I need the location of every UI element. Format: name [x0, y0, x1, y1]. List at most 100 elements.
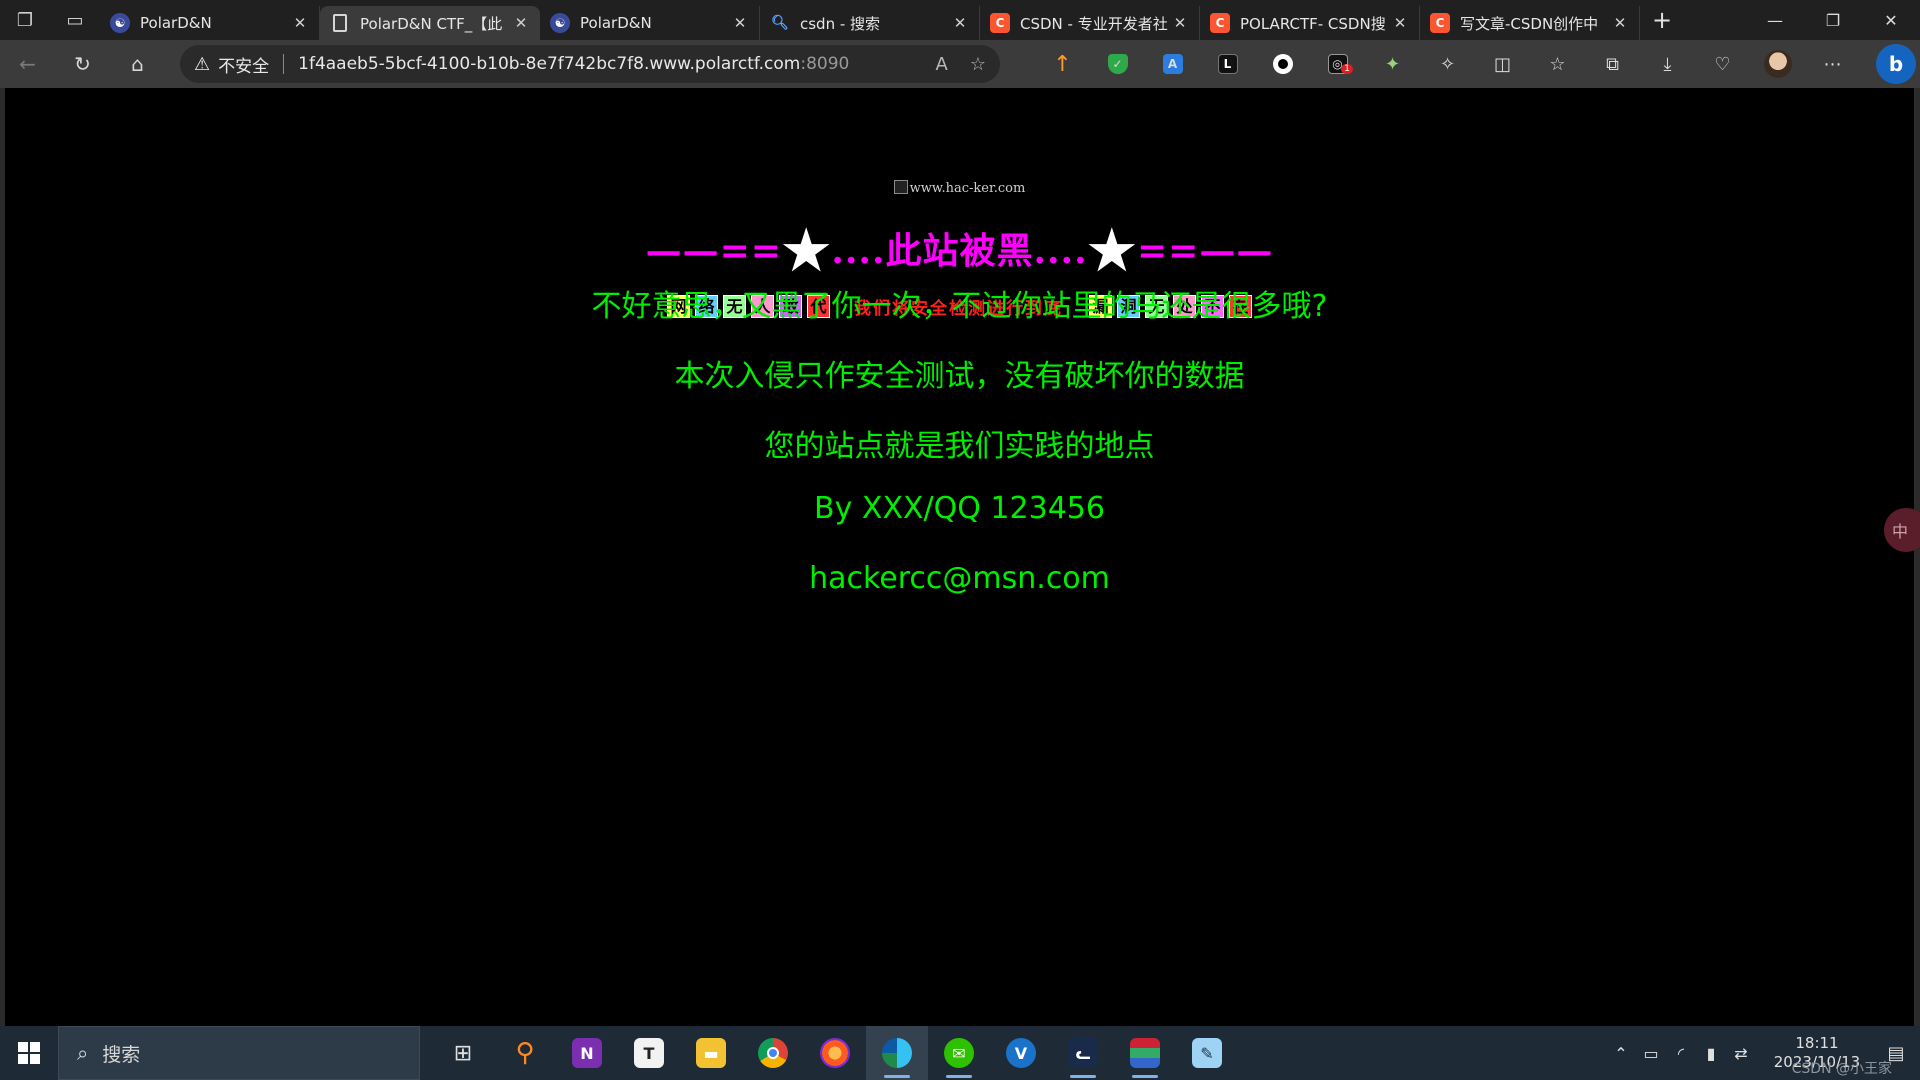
upload-arrow-icon[interactable]: ↑: [1035, 40, 1090, 88]
edge-icon[interactable]: [866, 1026, 928, 1080]
minimize-icon[interactable]: —: [1746, 0, 1804, 40]
tab-polardn-2[interactable]: ☯ PolarD&N ✕: [540, 6, 760, 40]
side-widget-text: 中: [1892, 522, 1909, 541]
home-button[interactable]: ⌂: [110, 40, 165, 88]
copilot-bing-icon[interactable]: b: [1876, 44, 1916, 84]
broken-image-alt: www.hac-ker.com: [909, 181, 1026, 196]
favorites-icon[interactable]: ☆: [1530, 40, 1585, 88]
taskbar-search[interactable]: ⌕ 搜索: [58, 1026, 420, 1080]
favorite-star-icon[interactable]: ☆: [970, 54, 986, 75]
csdn-icon: C: [1210, 13, 1230, 33]
banner-text: ....此站被黑....: [831, 230, 1088, 272]
firefox-icon[interactable]: [804, 1026, 866, 1080]
downloads-icon[interactable]: ⤓: [1640, 40, 1695, 88]
split-screen-icon[interactable]: ◫: [1475, 40, 1530, 88]
search-icon: 🔍︎: [771, 15, 789, 31]
taskbar-search-placeholder: 搜索: [102, 1043, 141, 1066]
v-app-icon[interactable]: V: [990, 1026, 1052, 1080]
chevron-up-icon[interactable]: ⌃: [1606, 1044, 1636, 1063]
cat-app-icon[interactable]: ᓚ: [1052, 1026, 1114, 1080]
tab-title: PolarD&N: [580, 14, 652, 32]
close-tab-icon[interactable]: ✕: [291, 14, 309, 32]
restore-icon[interactable]: ❐: [1804, 0, 1862, 40]
side-floating-widget[interactable]: 中: [1884, 508, 1920, 552]
close-tab-icon[interactable]: ✕: [951, 14, 969, 32]
start-button[interactable]: [0, 1026, 58, 1080]
circle-extension-icon[interactable]: [1255, 40, 1310, 88]
counter-extension-icon[interactable]: ◎ 1: [1310, 40, 1365, 88]
address-actions: A ☆: [936, 54, 986, 75]
chrome-icon[interactable]: [742, 1026, 804, 1080]
search-icon: ⌕: [77, 1041, 89, 1065]
close-tab-icon[interactable]: ✕: [1171, 14, 1189, 32]
tab-title: 写文章-CSDN创作中: [1460, 14, 1599, 33]
onenote-icon[interactable]: N: [556, 1026, 618, 1080]
volume-icon[interactable]: ▮: [1696, 1044, 1726, 1063]
taskbar: ⌕ 搜索 ⊞ ⚲ N T ▬ ✉ V ᓚ ✎ ⌃ ▭ ◜ ▮ ⇄ 18:11 2…: [0, 1026, 1920, 1080]
security-label[interactable]: 不安全: [218, 52, 269, 77]
url-port: :8090: [800, 54, 850, 74]
navigation-bar: ← ↻ ⌂ ⚠ 不安全 1f4aaeb5-5bcf-4100-b10b-8e7f…: [0, 40, 1920, 88]
battery-icon[interactable]: ▭: [1636, 1044, 1666, 1063]
csdn-icon: C: [1430, 13, 1450, 33]
banner-left-dashes: ——==: [645, 230, 782, 272]
close-window-icon[interactable]: ✕: [1862, 0, 1920, 40]
wechat-icon[interactable]: ✉: [928, 1026, 990, 1080]
star-icon: ★: [1087, 218, 1138, 282]
winrar-icon[interactable]: [1114, 1026, 1176, 1080]
tab-actions-icon[interactable]: ▭: [50, 0, 100, 40]
tab-csdn-search[interactable]: 🔍︎ csdn - 搜索 ✕: [760, 6, 980, 40]
broken-image-icon: [893, 180, 908, 194]
profile-avatar[interactable]: [1750, 40, 1805, 88]
puzzle-extensions-icon[interactable]: ✧: [1420, 40, 1475, 88]
watermark: CSDN @小王家: [1791, 1061, 1892, 1077]
avatar: [1763, 50, 1792, 78]
tab-title: PolarD&N CTF_【此: [360, 14, 503, 33]
address-bar[interactable]: ⚠ 不安全 1f4aaeb5-5bcf-4100-b10b-8e7f742bc7…: [180, 45, 1000, 83]
typora-icon[interactable]: T: [618, 1026, 680, 1080]
performance-heart-icon[interactable]: ♡: [1695, 40, 1750, 88]
read-aloud-icon[interactable]: A: [936, 54, 948, 75]
document-icon: [333, 14, 347, 32]
new-tab-button[interactable]: +: [1640, 6, 1684, 34]
message-line-5: hackercc@msn.com: [809, 561, 1110, 596]
more-menu-icon[interactable]: ⋯: [1805, 40, 1860, 88]
extension-badge: 1: [1341, 64, 1353, 74]
workspaces-icon[interactable]: ❐: [0, 0, 50, 40]
proxy-extension-icon[interactable]: ✦: [1365, 40, 1420, 88]
tab-title: POLARCTF- CSDN搜: [1240, 14, 1386, 33]
close-tab-icon[interactable]: ✕: [1611, 14, 1629, 32]
close-tab-icon[interactable]: ✕: [731, 14, 749, 32]
shield-icon[interactable]: ✓: [1090, 40, 1145, 88]
divider: [283, 54, 285, 74]
input-switch-icon[interactable]: ⇄: [1726, 1044, 1756, 1063]
wifi-icon[interactable]: ◜: [1666, 1044, 1696, 1063]
tab-polarctf-csdn[interactable]: C POLARCTF- CSDN搜 ✕: [1200, 6, 1420, 40]
tab-csdn-home[interactable]: C CSDN - 专业开发者社 ✕: [980, 6, 1200, 40]
tab-strip: ❐ ▭ ☯ PolarD&N ✕ PolarD&N CTF_【此 ✕ ☯ Pol…: [0, 0, 1920, 40]
l-extension-icon[interactable]: L: [1200, 40, 1255, 88]
collections-icon[interactable]: ⧉: [1585, 40, 1640, 88]
close-tab-icon[interactable]: ✕: [1391, 14, 1409, 32]
warning-icon[interactable]: ⚠: [194, 54, 210, 75]
file-explorer-icon[interactable]: ▬: [680, 1026, 742, 1080]
back-button[interactable]: ←: [0, 40, 55, 88]
close-tab-icon[interactable]: ✕: [512, 14, 530, 32]
tab-title: PolarD&N: [140, 14, 212, 32]
task-view-icon[interactable]: ⊞: [432, 1026, 494, 1080]
broken-image: www.hac-ker.com: [5, 180, 1914, 196]
clock-time: 18:11: [1795, 1034, 1839, 1052]
tab-polardn-ctf[interactable]: PolarD&N CTF_【此 ✕: [320, 6, 540, 40]
tab-polardn-1[interactable]: ☯ PolarD&N ✕: [100, 6, 320, 40]
polar-logo-icon: ☯: [550, 13, 570, 33]
csdn-icon: C: [990, 13, 1010, 33]
tab-title: CSDN - 专业开发者社: [1020, 14, 1168, 33]
hacked-banner: ——==★....此站被黑....★==——: [5, 218, 1914, 282]
search-app-icon[interactable]: ⚲: [494, 1026, 556, 1080]
page-viewport: www.hac-ker.com ——==★....此站被黑....★==—— 网…: [5, 88, 1920, 1026]
url-host: 1f4aaeb5-5bcf-4100-b10b-8e7f742bc7f8.www…: [298, 54, 801, 74]
translate-icon[interactable]: A: [1145, 40, 1200, 88]
notepad-icon[interactable]: ✎: [1176, 1026, 1238, 1080]
tab-csdn-write[interactable]: C 写文章-CSDN创作中 ✕: [1420, 6, 1640, 40]
refresh-button[interactable]: ↻: [55, 40, 110, 88]
